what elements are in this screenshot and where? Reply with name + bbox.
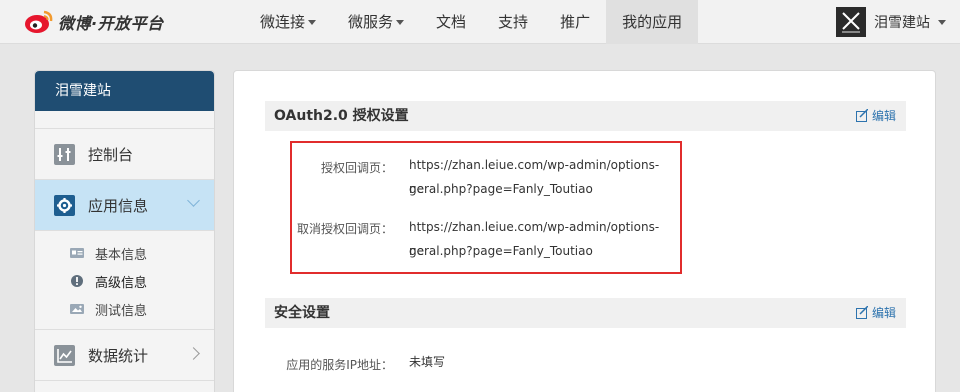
chevron-down-icon — [187, 194, 200, 207]
caret-down-icon — [308, 20, 317, 25]
callback-label: 授权回调页： — [320, 161, 393, 175]
sidebar-title: 泪雪建站 — [35, 71, 214, 111]
main-nav: 微连接 微服务 文档 支持 推广 我的应用 — [244, 0, 699, 44]
ip-label: 应用的服务IP地址： — [286, 358, 393, 372]
cancel-callback-label: 取消授权回调页： — [296, 222, 393, 236]
nav-promote[interactable]: 推广 — [544, 0, 606, 44]
avatar — [836, 7, 866, 37]
chart-icon — [54, 344, 75, 366]
section-title: OAuth2.0 授权设置 — [274, 108, 409, 124]
ip-value: 未填写 — [409, 355, 446, 369]
edit-label: 编辑 — [871, 109, 896, 123]
top-navbar: 微博·开放平台 微连接 微服务 文档 支持 推广 我的应用 泪雪建站 — [0, 0, 960, 44]
console-icon — [54, 143, 75, 165]
sidebar-item-console[interactable]: 控制台 — [35, 129, 214, 180]
edit-label: 编辑 — [871, 306, 896, 320]
caret-down-icon — [938, 19, 946, 25]
sidebar: 泪雪建站 控制台 应用信息 基本信息 高级信息 测试信息 数据统计 — [34, 70, 215, 392]
nav-label: 支持 — [498, 13, 529, 31]
sub-item-label: 基本信息 — [95, 247, 148, 263]
caret-down-icon — [396, 20, 405, 25]
info-icon — [69, 274, 85, 288]
nav-label: 推广 — [560, 13, 591, 31]
sidebar-item-label: 控制台 — [88, 145, 134, 164]
main-panel: OAuth2.0 授权设置 编辑 授权回调页： https://zhan.lei… — [233, 70, 936, 392]
weibo-logo[interactable]: 微博·开放平台 — [24, 8, 164, 36]
user-menu[interactable]: 泪雪建站 — [836, 6, 946, 38]
user-name: 泪雪建站 — [874, 15, 930, 31]
sub-item-label: 高级信息 — [95, 275, 148, 291]
weibo-eye-icon — [24, 9, 54, 35]
nav-label: 文档 — [436, 13, 467, 31]
nav-micro-connect[interactable]: 微连接 — [244, 0, 332, 44]
cancel-url-line2: neral.php?page=Fanly_Toutiao — [409, 244, 593, 258]
callback-url-line2: neral.php?page=Fanly_Toutiao — [409, 182, 593, 196]
sub-item-test-info[interactable]: 测试信息 — [69, 295, 214, 323]
sidebar-item-label: 应用信息 — [88, 196, 149, 215]
oauth-section-header: OAuth2.0 授权设置 编辑 — [265, 101, 906, 131]
sidebar-item-data-stats[interactable]: 数据统计 — [35, 330, 214, 381]
section-title: 安全设置 — [274, 305, 330, 321]
edit-icon — [855, 305, 868, 319]
image-icon — [69, 302, 85, 316]
nav-label: 我的应用 — [622, 13, 683, 31]
chevron-right-icon — [187, 347, 200, 360]
nav-my-apps[interactable]: 我的应用 — [606, 0, 699, 44]
edit-security-link[interactable]: 编辑 — [855, 298, 896, 328]
sub-menu: 基本信息 高级信息 测试信息 — [35, 231, 214, 330]
divider — [35, 111, 214, 129]
sidebar-item-app-info[interactable]: 应用信息 — [35, 180, 214, 231]
edit-icon — [855, 108, 868, 122]
nav-label: 微服务 — [348, 13, 394, 31]
edit-oauth-link[interactable]: 编辑 — [855, 101, 896, 131]
sub-item-advanced-info[interactable]: 高级信息 — [69, 267, 214, 295]
nav-label: 微连接 — [260, 13, 306, 31]
logo-text: 微博·开放平台 — [58, 14, 164, 33]
sub-item-label: 测试信息 — [95, 303, 148, 319]
sidebar-item-label: 数据统计 — [88, 346, 149, 365]
nav-support[interactable]: 支持 — [482, 0, 544, 44]
security-section-header: 安全设置 编辑 — [265, 298, 906, 328]
nav-docs[interactable]: 文档 — [420, 0, 482, 44]
sub-item-basic-info[interactable]: 基本信息 — [69, 239, 214, 267]
nav-micro-service[interactable]: 微服务 — [332, 0, 420, 44]
id-card-icon — [69, 246, 85, 260]
gear-icon — [54, 194, 75, 216]
